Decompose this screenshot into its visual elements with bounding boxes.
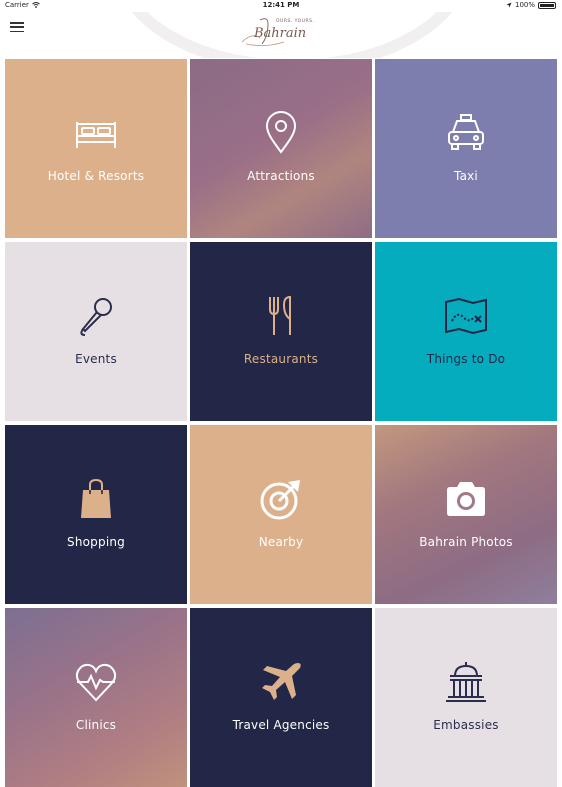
tile-restaurants[interactable]: Restaurants bbox=[190, 242, 372, 421]
status-time: 12:41 PM bbox=[262, 1, 300, 9]
tile-label: Attractions bbox=[247, 168, 315, 183]
tile-clinics[interactable]: Clinics bbox=[5, 608, 187, 787]
tile-label: Restaurants bbox=[243, 351, 319, 366]
tile-shopping[interactable]: Shopping bbox=[5, 425, 187, 604]
camera-icon bbox=[440, 473, 492, 525]
battery-percent: 100% bbox=[514, 1, 535, 9]
tile-hotel-resorts[interactable]: Hotel & Resorts bbox=[5, 59, 187, 238]
airplane-icon bbox=[255, 656, 307, 708]
tile-label: Bahrain Photos bbox=[419, 534, 513, 549]
hamburger-icon-line bbox=[10, 22, 24, 24]
tile-things-to-do[interactable]: Things to Do bbox=[375, 242, 557, 421]
logo-tagline: OURS. YOURS. bbox=[276, 19, 315, 24]
tile-label: Nearby bbox=[258, 534, 304, 549]
hamburger-icon-line bbox=[10, 26, 24, 28]
hamburger-icon-line bbox=[10, 30, 24, 32]
category-grid: Hotel & Resorts Attractions Taxi Events … bbox=[5, 59, 558, 787]
tile-label: Things to Do bbox=[426, 351, 506, 366]
tile-label: Embassies bbox=[433, 717, 499, 732]
tile-travel-agencies[interactable]: Travel Agencies bbox=[190, 608, 372, 787]
tile-attractions[interactable]: Attractions bbox=[190, 59, 372, 238]
tile-label: Clinics bbox=[75, 717, 117, 732]
menu-button[interactable] bbox=[10, 20, 24, 34]
tile-label: Taxi bbox=[454, 168, 478, 183]
location-arrow-icon bbox=[506, 2, 512, 8]
logo-wordmark: Bahrain bbox=[254, 26, 307, 41]
map-pin-icon bbox=[255, 107, 307, 159]
shopping-bag-icon bbox=[70, 473, 122, 525]
fork-knife-icon bbox=[255, 290, 307, 342]
status-right: 100% bbox=[506, 1, 556, 9]
tile-taxi[interactable]: Taxi bbox=[375, 59, 557, 238]
app-header: OURS. YOURS. Bahrain bbox=[0, 12, 562, 58]
bed-icon bbox=[70, 107, 122, 159]
battery-icon bbox=[538, 1, 556, 9]
tile-label: Events bbox=[75, 351, 117, 366]
treasure-map-icon bbox=[440, 290, 492, 342]
app-logo: OURS. YOURS. Bahrain bbox=[238, 14, 328, 52]
tile-nearby[interactable]: Nearby bbox=[190, 425, 372, 604]
heartbeat-icon bbox=[70, 656, 122, 708]
tile-bahrain-photos[interactable]: Bahrain Photos bbox=[375, 425, 557, 604]
tile-events[interactable]: Events bbox=[5, 242, 187, 421]
building-dome-icon bbox=[440, 656, 492, 708]
microphone-icon bbox=[70, 290, 122, 342]
status-bar: Carrier 12:41 PM 100% bbox=[0, 0, 562, 12]
taxi-icon bbox=[440, 107, 492, 159]
tile-label: Hotel & Resorts bbox=[47, 168, 145, 183]
tile-embassies[interactable]: Embassies bbox=[375, 608, 557, 787]
tile-label: Travel Agencies bbox=[232, 717, 330, 732]
tile-label: Shopping bbox=[67, 534, 125, 549]
target-arrow-icon bbox=[255, 473, 307, 525]
